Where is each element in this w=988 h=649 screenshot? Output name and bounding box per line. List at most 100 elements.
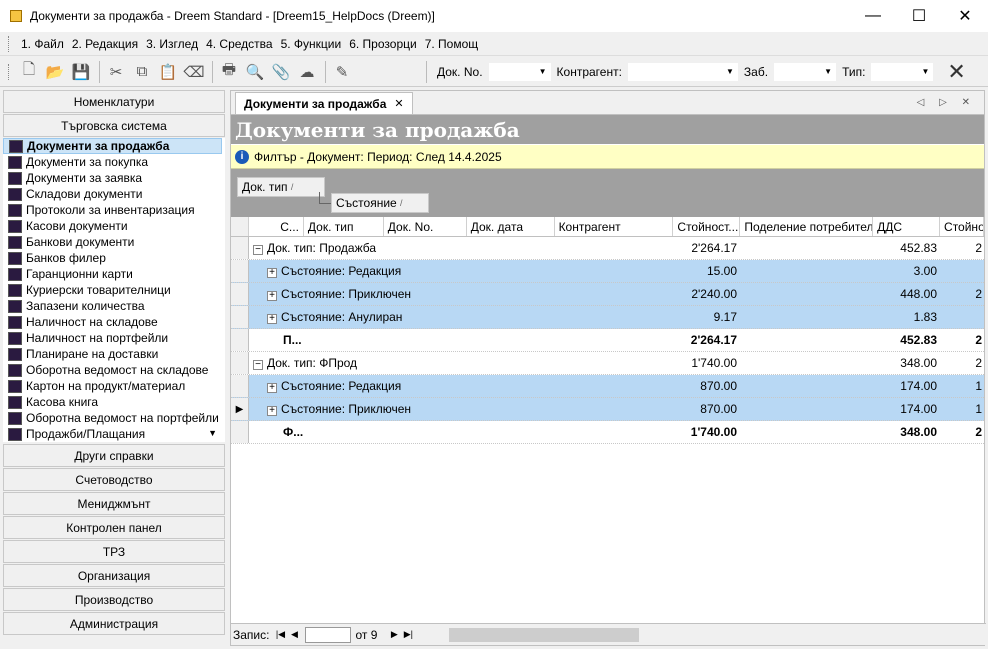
tab-sales-docs[interactable]: Документи за продажба ✕ bbox=[235, 92, 413, 114]
scrollbar-thumb[interactable] bbox=[449, 627, 640, 642]
column-header-counterparty[interactable]: Контрагент bbox=[555, 217, 674, 236]
doc-no-combo[interactable]: ▼ bbox=[488, 62, 551, 81]
column-header-doc-no[interactable]: Док. No. bbox=[384, 217, 467, 236]
nav-item-bank-docs[interactable]: Банкови документи bbox=[3, 234, 225, 250]
expand-icon[interactable]: + bbox=[267, 406, 277, 416]
nav-item-cash-docs[interactable]: Касови документи bbox=[3, 218, 225, 234]
row-selector[interactable] bbox=[231, 306, 249, 328]
row-selector[interactable] bbox=[231, 283, 249, 305]
chevron-down-icon[interactable]: ▼ bbox=[208, 428, 217, 438]
nav-item-courier-waybills[interactable]: Куриерски товарителници bbox=[3, 282, 225, 298]
close-window-button[interactable]: ✕ bbox=[942, 0, 988, 32]
nav-item-warranty-cards[interactable]: Гаранционни карти bbox=[3, 266, 225, 282]
collapse-icon[interactable]: − bbox=[253, 360, 263, 370]
nav-header-organization[interactable]: Организация bbox=[3, 564, 225, 587]
horizontal-scrollbar[interactable] bbox=[429, 627, 978, 642]
column-header-vat[interactable]: ДДС bbox=[873, 217, 941, 236]
paste-icon[interactable]: 📋 bbox=[156, 60, 180, 84]
collapse-icon[interactable]: − bbox=[253, 245, 263, 255]
save-icon[interactable]: 💾 bbox=[69, 60, 93, 84]
filter-bar[interactable]: i Филтър - Документ: Период: След 14.4.2… bbox=[231, 145, 984, 169]
row-selector[interactable] bbox=[231, 375, 249, 397]
record-input[interactable] bbox=[305, 626, 352, 643]
column-header-consumer-division[interactable]: Поделение потребител bbox=[740, 217, 874, 236]
column-header-status[interactable]: С... bbox=[249, 217, 304, 236]
counterparty-combo[interactable]: ▼ bbox=[627, 62, 738, 81]
nav-item-sales-payments[interactable]: Продажби/Плащания bbox=[3, 426, 225, 442]
row-selector[interactable] bbox=[231, 237, 249, 259]
column-header-doc-type[interactable]: Док. тип bbox=[304, 217, 384, 236]
nav-item-purchase-docs[interactable]: Документи за покупка bbox=[3, 154, 225, 170]
menu-windows[interactable]: 6. Прозорци bbox=[345, 37, 420, 51]
expand-icon[interactable]: + bbox=[267, 383, 277, 393]
column-header-doc-date[interactable]: Док. дата bbox=[467, 217, 555, 236]
nav-item-cash-book[interactable]: Касова книга bbox=[3, 394, 225, 410]
nav-item-delivery-planning[interactable]: Планиране на доставки bbox=[3, 346, 225, 362]
open-folder-icon[interactable]: 📂 bbox=[43, 60, 67, 84]
row-selector[interactable]: ▶ bbox=[231, 398, 249, 420]
close-icon[interactable]: ✕ bbox=[394, 97, 403, 110]
row-selector[interactable] bbox=[231, 260, 249, 282]
row-selector[interactable] bbox=[231, 329, 249, 351]
column-header-value-2[interactable]: Стойно bbox=[940, 217, 984, 236]
attach-icon[interactable]: 📎 bbox=[269, 60, 293, 84]
next-record-button[interactable]: ▶ bbox=[387, 628, 401, 642]
eraser-icon[interactable]: ⌫ bbox=[182, 60, 206, 84]
nav-item-reserved-quantities[interactable]: Запазени количества bbox=[3, 298, 225, 314]
expand-icon[interactable]: + bbox=[267, 268, 277, 278]
new-file-icon[interactable]: 🗋 bbox=[17, 60, 41, 84]
nav-header-accounting[interactable]: Счетоводство bbox=[3, 468, 225, 491]
row-selector[interactable] bbox=[231, 421, 249, 443]
minimize-button[interactable]: — bbox=[850, 0, 896, 32]
nav-item-warehouse-stock[interactable]: Наличност на складове bbox=[3, 314, 225, 330]
nav-item-bank-filer[interactable]: Банков филер bbox=[3, 250, 225, 266]
menu-view[interactable]: 3. Изглед bbox=[142, 37, 202, 51]
maximize-button[interactable]: ☐ bbox=[896, 0, 942, 32]
nav-item-sales-docs[interactable]: Документи за продажба bbox=[3, 138, 222, 154]
close-icon[interactable]: ✕ bbox=[947, 59, 965, 85]
table-row[interactable]: П... 2'264.17 452.83 2 bbox=[231, 329, 984, 352]
menu-functions[interactable]: 5. Функции bbox=[277, 37, 346, 51]
nav-item-order-docs[interactable]: Документи за заявка bbox=[3, 170, 225, 186]
column-header-value[interactable]: Стойност... bbox=[673, 217, 741, 236]
nav-item-warehouse-docs[interactable]: Складови документи bbox=[3, 186, 225, 202]
menu-help[interactable]: 7. Помощ bbox=[421, 37, 482, 51]
nav-item-portfolio-stock[interactable]: Наличност на портфейли bbox=[3, 330, 225, 346]
upload-icon[interactable]: ☁ bbox=[295, 60, 319, 84]
nav-header-management[interactable]: Мениджмънт bbox=[3, 492, 225, 515]
nav-header-trade-system[interactable]: Търговска система bbox=[3, 114, 225, 137]
row-selector[interactable] bbox=[231, 352, 249, 374]
preview-icon[interactable]: 🔍 bbox=[243, 60, 267, 84]
nav-item-portfolio-turnover[interactable]: Оборотна ведомост на портфейли bbox=[3, 410, 225, 426]
table-row[interactable]: + Състояние: Анулиран 9.17 1.83 bbox=[231, 306, 984, 329]
first-record-button[interactable]: |◀ bbox=[273, 628, 287, 642]
tab-controls[interactable]: ◁ ▷ ✕ bbox=[917, 97, 976, 108]
expand-icon[interactable]: + bbox=[267, 291, 277, 301]
table-row[interactable]: ▶ + Състояние: Приключен 870.00 174.00 1 bbox=[231, 398, 984, 421]
cut-icon[interactable]: ✂ bbox=[104, 60, 128, 84]
edit-icon[interactable]: ✎ bbox=[330, 60, 354, 84]
menu-file[interactable]: 1. Файл bbox=[17, 37, 68, 51]
nav-item-inventory-protocols[interactable]: Протоколи за инвентаризация bbox=[3, 202, 225, 218]
nav-header-nomenclatures[interactable]: Номенклатури bbox=[3, 90, 225, 113]
group-button-status[interactable]: Състояние / bbox=[331, 193, 429, 213]
prev-record-button[interactable]: ◀ bbox=[287, 628, 301, 642]
nav-item-product-card[interactable]: Картон на продукт/материал bbox=[3, 378, 225, 394]
table-row[interactable]: − Док. тип: Продажба 2'264.17 452.83 2 bbox=[231, 237, 984, 260]
menu-edit[interactable]: 2. Редакция bbox=[68, 37, 142, 51]
menu-tools[interactable]: 4. Средства bbox=[202, 37, 277, 51]
table-row[interactable]: + Състояние: Приключен 2'240.00 448.00 2 bbox=[231, 283, 984, 306]
nav-header-other-reports[interactable]: Други справки bbox=[3, 444, 225, 467]
nav-header-control-panel[interactable]: Контролен панел bbox=[3, 516, 225, 539]
print-icon[interactable]: 🖶 bbox=[217, 60, 241, 84]
nav-header-payroll[interactable]: ТРЗ bbox=[3, 540, 225, 563]
nav-item-warehouse-turnover[interactable]: Оборотна ведомост на складове bbox=[3, 362, 225, 378]
group-button-doc-type[interactable]: Док. тип / bbox=[237, 177, 325, 197]
expand-icon[interactable]: + bbox=[267, 314, 277, 324]
table-row[interactable]: + Състояние: Редакция 870.00 174.00 1 bbox=[231, 375, 984, 398]
nav-header-administration[interactable]: Администрация bbox=[3, 612, 225, 635]
copy-icon[interactable]: ⧉ bbox=[130, 60, 154, 84]
table-row[interactable]: Ф... 1'740.00 348.00 2 bbox=[231, 421, 984, 444]
note-combo[interactable]: ▼ bbox=[774, 62, 837, 81]
nav-header-production[interactable]: Производство bbox=[3, 588, 225, 611]
